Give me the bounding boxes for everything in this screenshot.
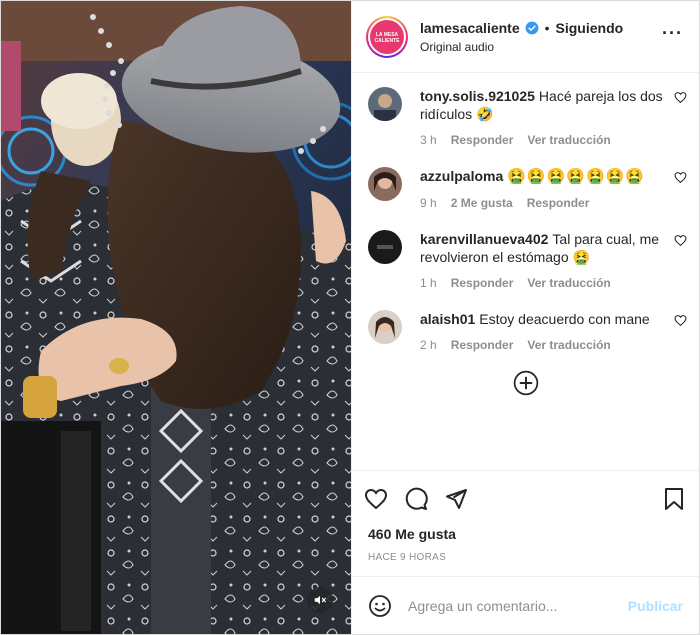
translate-button[interactable]: Ver traducción xyxy=(527,133,610,147)
comment-item: alaish01 Estoy deacuerdo con mane 2 h Res… xyxy=(352,310,699,352)
comment-time[interactable]: 2 h xyxy=(420,338,437,352)
video-frame xyxy=(1,1,351,634)
comment-input[interactable]: Agrega un comentario... xyxy=(408,598,628,614)
emoji-picker-button[interactable] xyxy=(368,594,392,618)
share-button[interactable] xyxy=(444,487,468,511)
like-comment-heart-icon[interactable] xyxy=(674,171,687,187)
like-comment-heart-icon[interactable] xyxy=(674,314,687,330)
author-avatar[interactable]: LA MESA CALIENTE xyxy=(366,15,408,58)
smiley-icon xyxy=(369,594,391,617)
commenter-avatar[interactable] xyxy=(368,230,402,264)
translate-button[interactable]: Ver traducción xyxy=(527,338,610,352)
commenter-avatar[interactable] xyxy=(368,167,402,201)
bookmark-icon xyxy=(665,488,683,510)
comment-time[interactable]: 9 h xyxy=(420,196,437,210)
comment-username[interactable]: karenvillanueva402 xyxy=(420,231,548,247)
plus-circle-icon xyxy=(513,370,538,396)
brand-logo: LA MESA CALIENTE xyxy=(370,19,404,54)
load-more-comments-button[interactable] xyxy=(352,370,699,396)
comment-username[interactable]: alaish01 xyxy=(420,311,475,327)
reply-button[interactable]: Responder xyxy=(527,196,590,210)
translate-button[interactable]: Ver traducción xyxy=(527,276,610,290)
svg-text:CALIENTE: CALIENTE xyxy=(375,38,401,44)
comment-button[interactable] xyxy=(404,487,428,511)
author-username[interactable]: lamesacaliente xyxy=(420,20,520,36)
comment-likes[interactable]: 2 Me gusta xyxy=(451,196,513,210)
post-video[interactable] xyxy=(1,1,351,634)
comment-time[interactable]: 1 h xyxy=(420,276,437,290)
reply-button[interactable]: Responder xyxy=(451,338,514,352)
heart-icon xyxy=(364,488,388,509)
comments-list: tony.solis.921025 Hacé pareja los dos rid… xyxy=(352,73,699,470)
post-header: LA MESA CALIENTE lamesacaliente • Siguie… xyxy=(352,1,699,73)
comment-username[interactable]: azzulpaloma xyxy=(420,168,503,184)
verified-badge-icon xyxy=(525,21,539,35)
reply-button[interactable]: Responder xyxy=(451,276,514,290)
like-comment-heart-icon[interactable] xyxy=(674,91,687,107)
like-comment-heart-icon[interactable] xyxy=(674,234,687,250)
like-button[interactable] xyxy=(364,487,388,511)
comment-item: azzulpaloma 🤮🤮🤮🤮🤮🤮🤮 9 h 2 Me gusta Respon… xyxy=(352,167,699,210)
send-icon xyxy=(446,488,467,509)
mute-toggle-button[interactable] xyxy=(307,587,333,613)
publish-button[interactable]: Publicar xyxy=(628,598,683,614)
comment-time[interactable]: 3 h xyxy=(420,133,437,147)
comment-username[interactable]: tony.solis.921025 xyxy=(420,88,535,104)
comment-bubble-icon xyxy=(405,487,428,510)
comment-text: Estoy deacuerdo con mane xyxy=(479,311,650,327)
save-button[interactable] xyxy=(663,487,685,514)
comment-text: 🤮🤮🤮🤮🤮🤮🤮 xyxy=(507,168,645,185)
more-options-button[interactable]: ··· xyxy=(662,23,683,44)
instagram-post: LA MESA CALIENTE lamesacaliente • Siguie… xyxy=(0,0,700,635)
post-sidebar: LA MESA CALIENTE lamesacaliente • Siguie… xyxy=(351,1,699,634)
comment-item: tony.solis.921025 Hacé pareja los dos rid… xyxy=(352,87,699,147)
header-separator: • xyxy=(544,19,550,36)
post-timestamp[interactable]: HACE 9 HORAS xyxy=(352,546,699,576)
comment-item: karenvillanueva402 Tal para cual, me revo… xyxy=(352,230,699,290)
comment-composer: Agrega un comentario... Publicar xyxy=(352,576,699,634)
reply-button[interactable]: Responder xyxy=(451,133,514,147)
post-actions-bar xyxy=(352,470,699,526)
commenter-avatar[interactable] xyxy=(368,87,402,121)
commenter-avatar[interactable] xyxy=(368,310,402,344)
likes-count[interactable]: 460 Me gusta xyxy=(352,526,699,546)
following-button[interactable]: Siguiendo xyxy=(556,20,624,36)
speaker-muted-icon xyxy=(314,595,326,605)
audio-link[interactable]: Original audio xyxy=(420,40,623,54)
